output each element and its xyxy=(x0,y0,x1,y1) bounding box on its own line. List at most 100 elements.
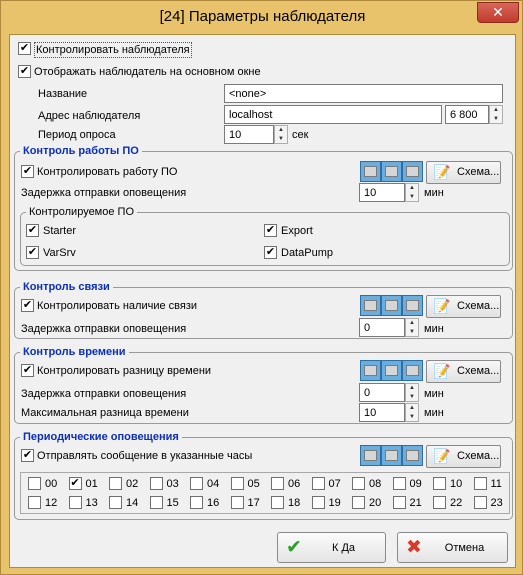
link-scheme-button[interactable]: 📝 Схема... xyxy=(426,295,501,318)
display-mode-1-icon[interactable] xyxy=(360,295,381,316)
hour-label-06[interactable]: 06 xyxy=(288,477,300,491)
spin-down-icon[interactable]: ▼ xyxy=(406,193,418,202)
software-control-label[interactable]: Контролировать работу ПО xyxy=(37,165,177,179)
hour-label-01[interactable]: 01 xyxy=(86,477,98,491)
hour-checkbox-14[interactable] xyxy=(109,496,122,509)
spin-up-icon[interactable]: ▲ xyxy=(406,319,418,328)
ok-button[interactable]: ✔ К Да xyxy=(277,532,386,563)
hour-checkbox-08[interactable] xyxy=(352,477,365,490)
hour-label-21[interactable]: 21 xyxy=(410,496,422,510)
spin-up-icon[interactable]: ▲ xyxy=(406,384,418,393)
starter-checkbox[interactable]: ✔ xyxy=(26,224,39,237)
software-delay-spinner[interactable]: ▲ ▼ xyxy=(405,183,419,202)
display-mode-1-icon[interactable] xyxy=(360,161,381,182)
title-bar[interactable]: [24] Параметры наблюдателя ✕ xyxy=(1,1,523,34)
hour-checkbox-11[interactable] xyxy=(473,477,487,490)
port-input[interactable]: 6 800 xyxy=(445,105,489,124)
spin-down-icon[interactable]: ▼ xyxy=(406,328,418,337)
hour-label-15[interactable]: 15 xyxy=(167,496,179,510)
periodic-send-label[interactable]: Отправлять сообщение в указанные часы xyxy=(37,449,252,463)
hour-checkbox-07[interactable] xyxy=(311,477,325,490)
hour-label-00[interactable]: 00 xyxy=(45,477,57,491)
hour-checkbox-09[interactable] xyxy=(392,477,406,490)
hour-label-18[interactable]: 18 xyxy=(288,496,300,510)
period-spinner[interactable]: ▲ ▼ xyxy=(274,125,288,144)
hour-checkbox-23[interactable] xyxy=(473,496,487,509)
varsrv-label[interactable]: VarSrv xyxy=(43,246,76,260)
hour-label-22[interactable]: 22 xyxy=(450,496,462,510)
display-mode-2-icon[interactable] xyxy=(381,161,402,182)
hour-label-07[interactable]: 07 xyxy=(329,477,341,491)
hour-checkbox-04[interactable] xyxy=(190,477,203,490)
display-mode-2-icon[interactable] xyxy=(381,295,402,316)
spin-down-icon[interactable]: ▼ xyxy=(406,413,418,422)
hour-label-19[interactable]: 19 xyxy=(329,496,341,510)
hour-label-12[interactable]: 12 xyxy=(45,496,57,510)
link-delay-input[interactable]: 0 xyxy=(359,318,405,337)
display-mode-1-icon[interactable] xyxy=(360,360,381,381)
varsrv-checkbox[interactable]: ✔ xyxy=(26,246,39,259)
display-mode-3-icon[interactable] xyxy=(402,161,423,182)
software-control-checkbox[interactable]: ✔ xyxy=(21,165,34,178)
hour-label-23[interactable]: 23 xyxy=(491,496,503,510)
time-scheme-button[interactable]: 📝 Схема... xyxy=(426,360,501,383)
time-delay-spinner[interactable]: ▲ ▼ xyxy=(405,383,419,402)
hour-checkbox-20[interactable] xyxy=(352,496,365,509)
control-observer-label[interactable]: Контролировать наблюдателя xyxy=(34,42,192,58)
spin-down-icon[interactable]: ▼ xyxy=(406,393,418,402)
link-control-checkbox[interactable]: ✔ xyxy=(21,299,34,312)
hour-checkbox-12[interactable] xyxy=(28,496,41,509)
spin-up-icon[interactable]: ▲ xyxy=(406,404,418,413)
display-mode-3-icon[interactable] xyxy=(402,295,423,316)
hour-label-11[interactable]: 11 xyxy=(491,477,502,491)
time-delay-input[interactable]: 0 xyxy=(359,383,405,402)
periodic-send-checkbox[interactable]: ✔ xyxy=(21,449,34,462)
show-on-main-label[interactable]: Отображать наблюдатель на основном окне xyxy=(34,65,261,79)
hour-checkbox-00[interactable] xyxy=(28,477,41,490)
display-mode-3-icon[interactable] xyxy=(402,445,423,466)
cancel-button[interactable]: ✖ Отмена xyxy=(397,532,508,563)
time-control-label[interactable]: Контролировать разницу времени xyxy=(37,364,211,378)
hour-label-09[interactable]: 09 xyxy=(410,477,422,491)
spin-up-icon[interactable]: ▲ xyxy=(275,126,287,135)
port-spinner[interactable]: ▲ ▼ xyxy=(489,105,503,124)
hour-checkbox-16[interactable] xyxy=(190,496,203,509)
hour-checkbox-10[interactable] xyxy=(433,477,446,490)
hour-checkbox-02[interactable] xyxy=(109,477,122,490)
software-delay-input[interactable]: 10 xyxy=(359,183,405,202)
hour-label-04[interactable]: 04 xyxy=(207,477,219,491)
hour-label-17[interactable]: 17 xyxy=(248,496,260,510)
hour-label-02[interactable]: 02 xyxy=(126,477,138,491)
hour-checkbox-05[interactable] xyxy=(230,477,244,490)
hour-label-20[interactable]: 20 xyxy=(369,496,381,510)
time-max-spinner[interactable]: ▲ ▼ xyxy=(405,403,419,422)
display-mode-1-icon[interactable] xyxy=(360,445,381,466)
software-scheme-button[interactable]: 📝 Схема... xyxy=(426,161,501,184)
hour-label-05[interactable]: 05 xyxy=(248,477,260,491)
name-input[interactable]: <none> xyxy=(224,84,503,103)
hour-checkbox-19[interactable] xyxy=(311,496,325,509)
hour-checkbox-21[interactable] xyxy=(392,496,406,509)
export-checkbox[interactable]: ✔ xyxy=(264,224,277,237)
spin-down-icon[interactable]: ▼ xyxy=(275,135,287,144)
period-input[interactable]: 10 xyxy=(224,125,274,144)
datapump-label[interactable]: DataPump xyxy=(281,246,333,260)
hour-label-16[interactable]: 16 xyxy=(207,496,219,510)
display-mode-2-icon[interactable] xyxy=(381,360,402,381)
time-control-checkbox[interactable]: ✔ xyxy=(21,364,34,377)
hour-checkbox-03[interactable] xyxy=(149,477,163,490)
link-control-label[interactable]: Контролировать наличие связи xyxy=(37,299,197,313)
display-mode-3-icon[interactable] xyxy=(402,360,423,381)
spin-down-icon[interactable]: ▼ xyxy=(490,115,502,124)
control-observer-checkbox[interactable]: ✔ xyxy=(18,42,31,55)
datapump-checkbox[interactable]: ✔ xyxy=(264,246,277,259)
hour-checkbox-17[interactable] xyxy=(230,496,244,509)
hour-checkbox-01[interactable]: ✔ xyxy=(68,477,82,490)
close-button[interactable]: ✕ xyxy=(477,2,519,23)
hour-label-08[interactable]: 08 xyxy=(369,477,381,491)
display-mode-2-icon[interactable] xyxy=(381,445,402,466)
hour-label-03[interactable]: 03 xyxy=(167,477,179,491)
hour-label-10[interactable]: 10 xyxy=(450,477,462,491)
address-input[interactable]: localhost xyxy=(224,105,442,124)
hour-checkbox-22[interactable] xyxy=(433,496,446,509)
